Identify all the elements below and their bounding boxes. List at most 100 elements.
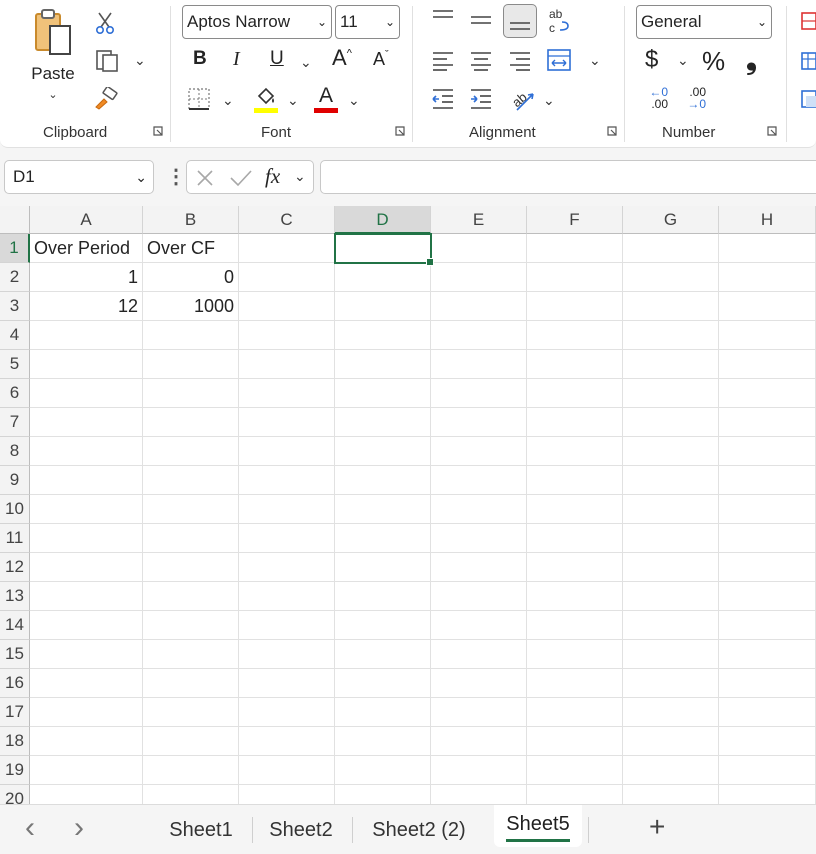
cell-a12[interactable] bbox=[30, 553, 143, 582]
row-header-3[interactable]: 3 bbox=[0, 292, 30, 321]
cell-b11[interactable] bbox=[143, 524, 239, 553]
cell-a3[interactable]: 12 bbox=[30, 292, 143, 321]
row-header-1[interactable]: 1 bbox=[0, 234, 30, 263]
cell-g12[interactable] bbox=[623, 553, 719, 582]
cell-g14[interactable] bbox=[623, 611, 719, 640]
cell-styles-button[interactable] bbox=[800, 88, 816, 110]
cell-f1[interactable] bbox=[527, 234, 623, 263]
cell-e13[interactable] bbox=[431, 582, 527, 611]
cell-b7[interactable] bbox=[143, 408, 239, 437]
cell-f16[interactable] bbox=[527, 669, 623, 698]
cell-b12[interactable] bbox=[143, 553, 239, 582]
enter-check-icon[interactable] bbox=[229, 169, 253, 187]
cell-h16[interactable] bbox=[719, 669, 816, 698]
cut-button[interactable] bbox=[90, 8, 120, 38]
cell-a18[interactable] bbox=[30, 727, 143, 756]
cell-g7[interactable] bbox=[623, 408, 719, 437]
cell-d5[interactable] bbox=[335, 350, 431, 379]
formula-input[interactable] bbox=[320, 160, 816, 194]
cell-e20[interactable] bbox=[431, 785, 527, 804]
cell-b1[interactable]: Over CF bbox=[143, 234, 239, 263]
dialog-launcher-icon[interactable] bbox=[767, 126, 777, 136]
cell-b10[interactable] bbox=[143, 495, 239, 524]
wrap-text-button[interactable]: ab c bbox=[547, 6, 573, 36]
format-painter-button[interactable] bbox=[90, 84, 120, 114]
cell-c7[interactable] bbox=[239, 408, 335, 437]
cell-g20[interactable] bbox=[623, 785, 719, 804]
cell-b20[interactable] bbox=[143, 785, 239, 804]
dialog-launcher-icon[interactable] bbox=[153, 126, 163, 136]
cell-f12[interactable] bbox=[527, 553, 623, 582]
cell-b2[interactable]: 0 bbox=[143, 263, 239, 292]
cell-h14[interactable] bbox=[719, 611, 816, 640]
cell-g11[interactable] bbox=[623, 524, 719, 553]
column-header-d[interactable]: D bbox=[335, 206, 431, 234]
cell-a8[interactable] bbox=[30, 437, 143, 466]
borders-dropdown-icon[interactable]: ⌄ bbox=[222, 92, 234, 109]
cell-d16[interactable] bbox=[335, 669, 431, 698]
column-header-g[interactable]: G bbox=[623, 206, 719, 234]
cell-c1[interactable] bbox=[239, 234, 335, 263]
cell-h7[interactable] bbox=[719, 408, 816, 437]
cell-e14[interactable] bbox=[431, 611, 527, 640]
cell-e18[interactable] bbox=[431, 727, 527, 756]
cell-d19[interactable] bbox=[335, 756, 431, 785]
cell-e11[interactable] bbox=[431, 524, 527, 553]
cell-d12[interactable] bbox=[335, 553, 431, 582]
cell-g1[interactable] bbox=[623, 234, 719, 263]
cell-a6[interactable] bbox=[30, 379, 143, 408]
cell-g2[interactable] bbox=[623, 263, 719, 292]
cell-b3[interactable]: 1000 bbox=[143, 292, 239, 321]
decrease-decimal-button[interactable]: .00 →0 bbox=[680, 86, 706, 110]
cell-f6[interactable] bbox=[527, 379, 623, 408]
cell-e4[interactable] bbox=[431, 321, 527, 350]
merge-dropdown-icon[interactable]: ⌄ bbox=[589, 52, 601, 69]
currency-dropdown-icon[interactable]: ⌄ bbox=[677, 52, 689, 69]
cell-d18[interactable] bbox=[335, 727, 431, 756]
cell-b14[interactable] bbox=[143, 611, 239, 640]
cell-b6[interactable] bbox=[143, 379, 239, 408]
row-header-13[interactable]: 13 bbox=[0, 582, 30, 611]
cell-e3[interactable] bbox=[431, 292, 527, 321]
cell-g19[interactable] bbox=[623, 756, 719, 785]
cell-a2[interactable]: 1 bbox=[30, 263, 143, 292]
sheet-tab[interactable]: Sheet2 bbox=[258, 813, 344, 847]
cell-c13[interactable] bbox=[239, 582, 335, 611]
cell-f13[interactable] bbox=[527, 582, 623, 611]
cell-f10[interactable] bbox=[527, 495, 623, 524]
cell-h3[interactable] bbox=[719, 292, 816, 321]
cell-c11[interactable] bbox=[239, 524, 335, 553]
cell-h18[interactable] bbox=[719, 727, 816, 756]
cell-d11[interactable] bbox=[335, 524, 431, 553]
cell-c8[interactable] bbox=[239, 437, 335, 466]
bottom-align-button[interactable] bbox=[503, 4, 537, 38]
dialog-launcher-icon[interactable] bbox=[607, 126, 617, 136]
cell-a7[interactable] bbox=[30, 408, 143, 437]
cell-h9[interactable] bbox=[719, 466, 816, 495]
merge-center-button[interactable] bbox=[545, 46, 573, 74]
sheet-tab[interactable]: Sheet1 bbox=[158, 813, 244, 847]
cell-e2[interactable] bbox=[431, 263, 527, 292]
orientation-button[interactable]: ab bbox=[508, 84, 538, 114]
cell-b8[interactable] bbox=[143, 437, 239, 466]
cell-h19[interactable] bbox=[719, 756, 816, 785]
cell-g18[interactable] bbox=[623, 727, 719, 756]
next-sheet-button[interactable]: › bbox=[74, 811, 84, 845]
italic-button[interactable]: I bbox=[233, 48, 240, 71]
column-header-b[interactable]: B bbox=[143, 206, 239, 234]
row-header-5[interactable]: 5 bbox=[0, 350, 30, 379]
cell-d20[interactable] bbox=[335, 785, 431, 804]
column-header-c[interactable]: C bbox=[239, 206, 335, 234]
cell-b9[interactable] bbox=[143, 466, 239, 495]
bold-button[interactable]: B bbox=[193, 48, 207, 70]
cell-b19[interactable] bbox=[143, 756, 239, 785]
cell-e15[interactable] bbox=[431, 640, 527, 669]
cell-h6[interactable] bbox=[719, 379, 816, 408]
worksheet-grid[interactable]: A B C D E F G H 1 Over Period Over CF 2 1 0 3 12 1000 4 5 6… bbox=[0, 206, 816, 804]
align-left-button[interactable] bbox=[430, 48, 456, 74]
paste-button[interactable]: Paste ⌄ bbox=[28, 8, 78, 108]
cell-e17[interactable] bbox=[431, 698, 527, 727]
cell-c18[interactable] bbox=[239, 727, 335, 756]
currency-button[interactable]: $ bbox=[645, 46, 658, 74]
cell-h8[interactable] bbox=[719, 437, 816, 466]
